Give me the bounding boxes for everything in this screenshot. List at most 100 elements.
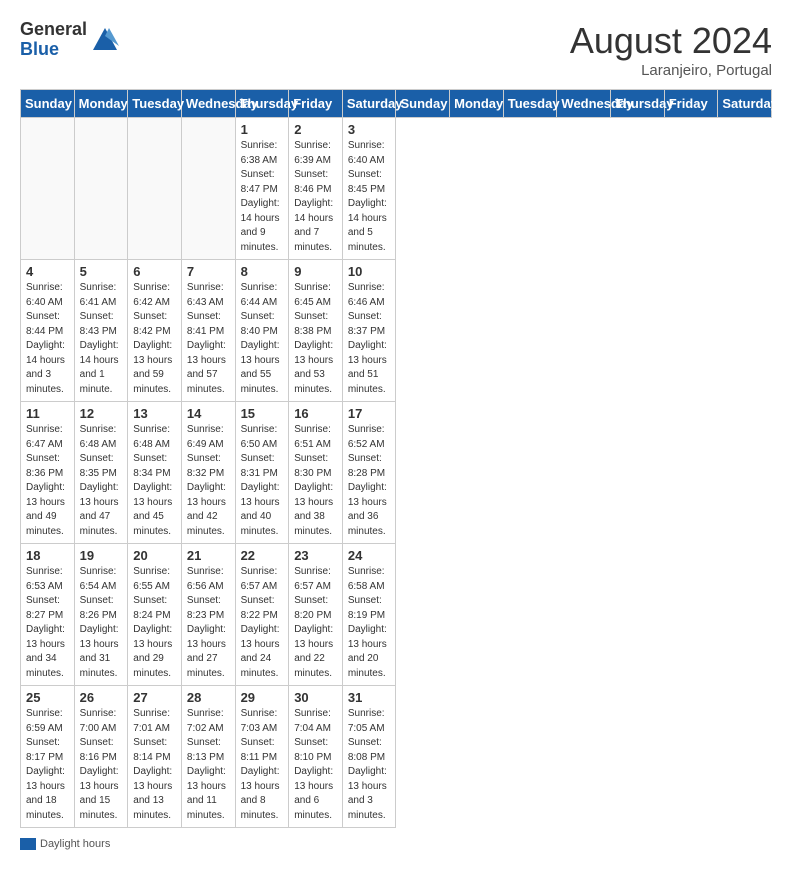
calendar-cell: 22 Sunrise: 6:57 AM Sunset: 8:22 PM Dayli… [235,544,289,686]
calendar-cell: 31 Sunrise: 7:05 AM Sunset: 8:08 PM Dayli… [342,686,396,828]
month-title: August 2024 [570,20,772,62]
day-number: 10 [348,264,391,279]
calendar-cell: 20 Sunrise: 6:55 AM Sunset: 8:24 PM Dayli… [128,544,182,686]
calendar-cell: 4Sunrise: 6:40 AM Sunset: 8:44 PM Daylig… [21,260,75,402]
calendar-cell: 25Sunrise: 6:59 AM Sunset: 8:17 PM Dayli… [21,686,75,828]
calendar-cell: 27 Sunrise: 7:01 AM Sunset: 8:14 PM Dayli… [128,686,182,828]
calendar-cell: 16 Sunrise: 6:51 AM Sunset: 8:30 PM Dayli… [289,402,343,544]
calendar-cell [181,118,235,260]
day-info: Sunrise: 6:58 AM Sunset: 8:19 PM Dayligh… [348,565,391,681]
day-header-tuesday: Tuesday [128,90,182,118]
day-info: Sunrise: 7:03 AM Sunset: 8:11 PM Dayligh… [241,707,284,823]
day-number: 16 [294,406,337,421]
day-info: Sunrise: 7:00 AM Sunset: 8:16 PM Dayligh… [80,707,123,823]
day-header-thursday: Thursday [235,90,289,118]
day-info: Sunrise: 6:49 AM Sunset: 8:32 PM Dayligh… [187,423,230,539]
day-info: Sunrise: 7:05 AM Sunset: 8:08 PM Dayligh… [348,707,391,823]
day-number: 3 [348,122,391,137]
calendar-cell: 17Sunrise: 6:52 AM Sunset: 8:28 PM Dayli… [342,402,396,544]
day-number: 28 [187,690,230,705]
calendar-cell: 11 Sunrise: 6:47 AM Sunset: 8:36 PM Dayli… [21,402,75,544]
logo-blue-text: Blue [20,40,87,60]
logo-icon [91,26,119,54]
day-header-sunday: Sunday [21,90,75,118]
calendar-cell: 28 Sunrise: 7:02 AM Sunset: 8:13 PM Dayli… [181,686,235,828]
day-number: 14 [187,406,230,421]
calendar-cell: 26Sunrise: 7:00 AM Sunset: 8:16 PM Dayli… [74,686,128,828]
day-info: Sunrise: 6:45 AM Sunset: 8:38 PM Dayligh… [294,281,337,397]
day-header-sunday: Sunday [396,90,450,118]
day-number: 8 [241,264,284,279]
day-info: Sunrise: 6:46 AM Sunset: 8:37 PM Dayligh… [348,281,391,397]
day-header-monday: Monday [450,90,504,118]
day-info: Sunrise: 6:50 AM Sunset: 8:31 PM Dayligh… [241,423,284,539]
day-info: Sunrise: 6:54 AM Sunset: 8:26 PM Dayligh… [80,565,123,681]
legend-label: Daylight hours [40,838,110,850]
day-number: 6 [133,264,176,279]
day-number: 15 [241,406,284,421]
calendar-cell: 15 Sunrise: 6:50 AM Sunset: 8:31 PM Dayli… [235,402,289,544]
calendar-cell [21,118,75,260]
day-info: Sunrise: 6:39 AM Sunset: 8:46 PM Dayligh… [294,139,337,255]
calendar-cell: 7Sunrise: 6:43 AM Sunset: 8:41 PM Daylig… [181,260,235,402]
location-subtitle: Laranjeiro, Portugal [570,62,772,79]
day-info: Sunrise: 6:55 AM Sunset: 8:24 PM Dayligh… [133,565,176,681]
day-header-wednesday: Wednesday [557,90,611,118]
day-info: Sunrise: 6:57 AM Sunset: 8:20 PM Dayligh… [294,565,337,681]
calendar-cell: 30 Sunrise: 7:04 AM Sunset: 8:10 PM Dayli… [289,686,343,828]
calendar-week-row: 1Sunrise: 6:38 AM Sunset: 8:47 PM Daylig… [21,118,772,260]
day-info: Sunrise: 6:43 AM Sunset: 8:41 PM Dayligh… [187,281,230,397]
day-info: Sunrise: 6:59 AM Sunset: 8:17 PM Dayligh… [26,707,69,823]
title-area: August 2024 Laranjeiro, Portugal [570,20,772,79]
page-header: General Blue August 2024 Laranjeiro, Por… [20,20,772,79]
day-info: Sunrise: 7:04 AM Sunset: 8:10 PM Dayligh… [294,707,337,823]
calendar-table: SundayMondayTuesdayWednesdayThursdayFrid… [20,89,772,828]
legend-color-swatch [20,838,36,850]
calendar-week-row: 11 Sunrise: 6:47 AM Sunset: 8:36 PM Dayli… [21,402,772,544]
day-header-wednesday: Wednesday [181,90,235,118]
day-number: 30 [294,690,337,705]
calendar-cell: 1Sunrise: 6:38 AM Sunset: 8:47 PM Daylig… [235,118,289,260]
day-number: 20 [133,548,176,563]
calendar-cell: 8Sunrise: 6:44 AM Sunset: 8:40 PM Daylig… [235,260,289,402]
day-info: Sunrise: 6:51 AM Sunset: 8:30 PM Dayligh… [294,423,337,539]
calendar-cell: 13Sunrise: 6:48 AM Sunset: 8:34 PM Dayli… [128,402,182,544]
day-number: 13 [133,406,176,421]
logo: General Blue [20,20,119,60]
day-number: 1 [241,122,284,137]
day-number: 9 [294,264,337,279]
calendar-cell: 9 Sunrise: 6:45 AM Sunset: 8:38 PM Daylig… [289,260,343,402]
day-header-saturday: Saturday [342,90,396,118]
day-number: 17 [348,406,391,421]
day-header-saturday: Saturday [718,90,772,118]
day-info: Sunrise: 7:01 AM Sunset: 8:14 PM Dayligh… [133,707,176,823]
day-info: Sunrise: 6:53 AM Sunset: 8:27 PM Dayligh… [26,565,69,681]
day-number: 27 [133,690,176,705]
calendar-week-row: 4Sunrise: 6:40 AM Sunset: 8:44 PM Daylig… [21,260,772,402]
day-number: 23 [294,548,337,563]
day-info: Sunrise: 7:02 AM Sunset: 8:13 PM Dayligh… [187,707,230,823]
calendar-cell: 5Sunrise: 6:41 AM Sunset: 8:43 PM Daylig… [74,260,128,402]
calendar-cell: 10 Sunrise: 6:46 AM Sunset: 8:37 PM Dayli… [342,260,396,402]
day-number: 2 [294,122,337,137]
day-number: 11 [26,406,69,421]
calendar-cell: 19Sunrise: 6:54 AM Sunset: 8:26 PM Dayli… [74,544,128,686]
day-number: 29 [241,690,284,705]
day-number: 18 [26,548,69,563]
calendar-cell: 6 Sunrise: 6:42 AM Sunset: 8:42 PM Daylig… [128,260,182,402]
day-number: 31 [348,690,391,705]
day-info: Sunrise: 6:40 AM Sunset: 8:44 PM Dayligh… [26,281,69,397]
calendar-cell [128,118,182,260]
day-info: Sunrise: 6:42 AM Sunset: 8:42 PM Dayligh… [133,281,176,397]
day-info: Sunrise: 6:40 AM Sunset: 8:45 PM Dayligh… [348,139,391,255]
day-info: Sunrise: 6:57 AM Sunset: 8:22 PM Dayligh… [241,565,284,681]
calendar-week-row: 25Sunrise: 6:59 AM Sunset: 8:17 PM Dayli… [21,686,772,828]
day-header-tuesday: Tuesday [503,90,557,118]
calendar-cell: 2 Sunrise: 6:39 AM Sunset: 8:46 PM Daylig… [289,118,343,260]
day-number: 24 [348,548,391,563]
day-number: 5 [80,264,123,279]
calendar-cell: 12Sunrise: 6:48 AM Sunset: 8:35 PM Dayli… [74,402,128,544]
day-number: 22 [241,548,284,563]
day-info: Sunrise: 6:56 AM Sunset: 8:23 PM Dayligh… [187,565,230,681]
day-info: Sunrise: 6:47 AM Sunset: 8:36 PM Dayligh… [26,423,69,539]
